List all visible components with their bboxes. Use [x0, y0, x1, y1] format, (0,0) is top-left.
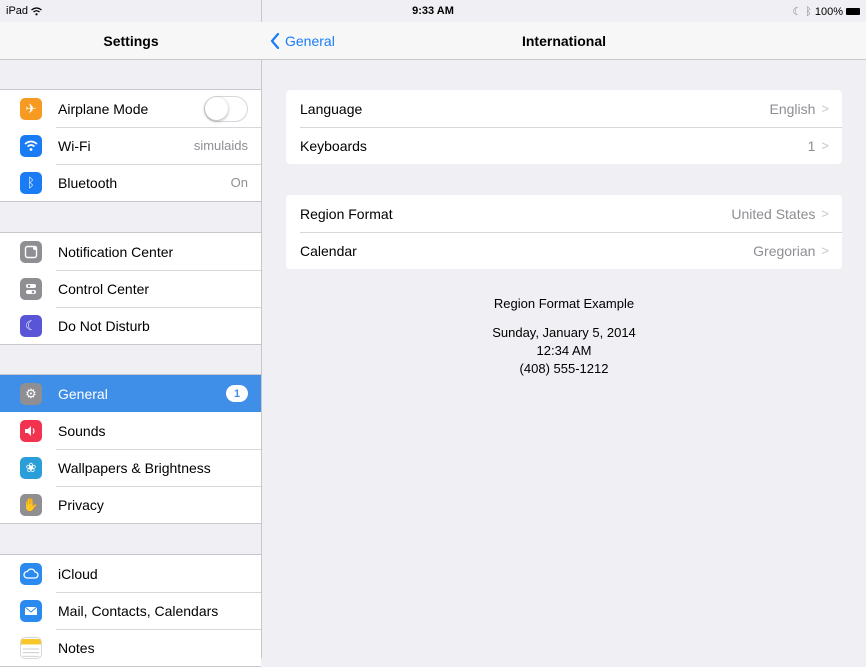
- region-example-heading: Region Format Example: [493, 296, 635, 311]
- sidebar-item-label: Airplane Mode: [58, 100, 149, 117]
- region-format-row[interactable]: Region Format United States >: [286, 195, 842, 232]
- navigation-bar: General International: [262, 22, 866, 60]
- row-label: Calendar: [300, 242, 357, 259]
- keyboards-row[interactable]: Keyboards 1 >: [286, 127, 842, 164]
- calendar-row[interactable]: Calendar Gregorian >: [286, 232, 842, 269]
- row-value: Gregorian: [753, 242, 816, 259]
- sidebar-group-general: ⚙ General 1 Sounds ❀ Wallpapers & Bright…: [0, 374, 261, 524]
- sidebar-item-label: Notification Center: [58, 243, 174, 260]
- airplane-mode-toggle[interactable]: [204, 95, 248, 122]
- region-example-date: Sunday, January 5, 2014: [492, 325, 636, 340]
- notes-icon: [20, 636, 42, 659]
- bluetooth-status-icon: ᛒ: [805, 5, 812, 18]
- gear-icon: ⚙: [20, 382, 42, 405]
- region-group: Region Format United States > Calendar G…: [286, 195, 842, 269]
- language-row[interactable]: Language English >: [286, 90, 842, 127]
- sidebar-item-mail-contacts-calendars[interactable]: Mail, Contacts, Calendars: [0, 592, 261, 629]
- battery-percent: 100%: [814, 5, 843, 18]
- sidebar-item-label: Do Not Disturb: [58, 317, 150, 334]
- wifi-network-value: simulaids: [193, 138, 248, 153]
- row-value: English: [769, 100, 816, 117]
- sidebar-item-label: Mail, Contacts, Calendars: [58, 602, 219, 619]
- chevron-right-icon: >: [821, 206, 829, 221]
- sidebar-item-privacy[interactable]: ✋ Privacy: [0, 486, 261, 523]
- detail-pane: General International Language English >…: [262, 0, 866, 658]
- sidebar-item-label: Notes: [58, 639, 95, 656]
- moon-status-icon: ☾: [792, 6, 803, 18]
- row-value: 1: [807, 137, 816, 154]
- sidebar-group-connectivity: ✈ Airplane Mode Wi-Fi simulaids ᛒ Blueto…: [0, 89, 261, 202]
- row-label: Language: [300, 100, 363, 117]
- status-bar: iPad 9:33 AM ☾ ᛒ 100%: [0, 0, 866, 22]
- chevron-right-icon: >: [821, 101, 829, 116]
- sidebar-item-general[interactable]: ⚙ General 1: [0, 375, 261, 412]
- sidebar-item-airplane-mode[interactable]: ✈ Airplane Mode: [0, 90, 261, 127]
- sidebar-item-do-not-disturb[interactable]: ☾ Do Not Disturb: [0, 307, 261, 344]
- sidebar-item-label: General: [58, 385, 108, 402]
- chevron-right-icon: >: [821, 243, 829, 258]
- sidebar-item-wallpapers-brightness[interactable]: ❀ Wallpapers & Brightness: [0, 449, 261, 486]
- sidebar-item-control-center[interactable]: Control Center: [0, 270, 261, 307]
- sidebar-item-sounds[interactable]: Sounds: [0, 412, 261, 449]
- sidebar-item-label: Sounds: [58, 422, 106, 439]
- sidebar-item-label: Bluetooth: [58, 174, 118, 191]
- status-time: 9:33 AM: [412, 5, 454, 17]
- sidebar-item-label: Privacy: [58, 496, 104, 513]
- settings-sidebar: Settings ✈ Airplane Mode Wi-Fi simulaids…: [0, 0, 262, 667]
- region-example-phone: (408) 555-1212: [519, 361, 609, 376]
- sidebar-item-icloud[interactable]: iCloud: [0, 555, 261, 592]
- mail-icon: [20, 599, 42, 622]
- row-label: Keyboards: [300, 137, 367, 154]
- row-value: United States: [731, 205, 816, 222]
- sidebar-item-notes[interactable]: Notes: [0, 629, 261, 666]
- bluetooth-icon: ᛒ: [20, 171, 42, 194]
- battery-icon: [846, 8, 860, 15]
- region-example-time: 12:34 AM: [536, 343, 592, 358]
- general-badge: 1: [226, 385, 248, 402]
- sidebar-group-centers: Notification Center Control Center ☾ Do …: [0, 232, 261, 345]
- page-title: International: [521, 33, 606, 49]
- sidebar-group-accounts: iCloud Mail, Contacts, Calendars Notes: [0, 554, 261, 667]
- notification-center-icon: [20, 240, 42, 263]
- airplane-icon: ✈: [20, 97, 42, 120]
- bluetooth-status-value: On: [230, 175, 248, 190]
- sidebar-item-label: Wallpapers & Brightness: [58, 459, 211, 476]
- sidebar-item-label: iCloud: [58, 565, 98, 582]
- moon-icon: ☾: [20, 314, 42, 337]
- sidebar-item-label: Wi-Fi: [58, 137, 91, 154]
- sidebar-item-wifi[interactable]: Wi-Fi simulaids: [0, 127, 261, 164]
- sidebar-item-notification-center[interactable]: Notification Center: [0, 233, 261, 270]
- hand-icon: ✋: [20, 493, 42, 516]
- sidebar-item-label: Control Center: [58, 280, 150, 297]
- control-center-icon: [20, 277, 42, 300]
- flower-icon: ❀: [20, 456, 42, 479]
- sidebar-title: Settings: [0, 22, 262, 60]
- speaker-icon: [20, 419, 42, 442]
- chevron-right-icon: >: [821, 138, 829, 153]
- language-group: Language English > Keyboards 1 >: [286, 90, 842, 164]
- cloud-icon: [20, 562, 42, 585]
- sidebar-item-bluetooth[interactable]: ᛒ Bluetooth On: [0, 164, 261, 201]
- row-label: Region Format: [300, 205, 393, 222]
- status-right: ☾ ᛒ 100%: [792, 5, 860, 18]
- wifi-icon: [20, 134, 42, 157]
